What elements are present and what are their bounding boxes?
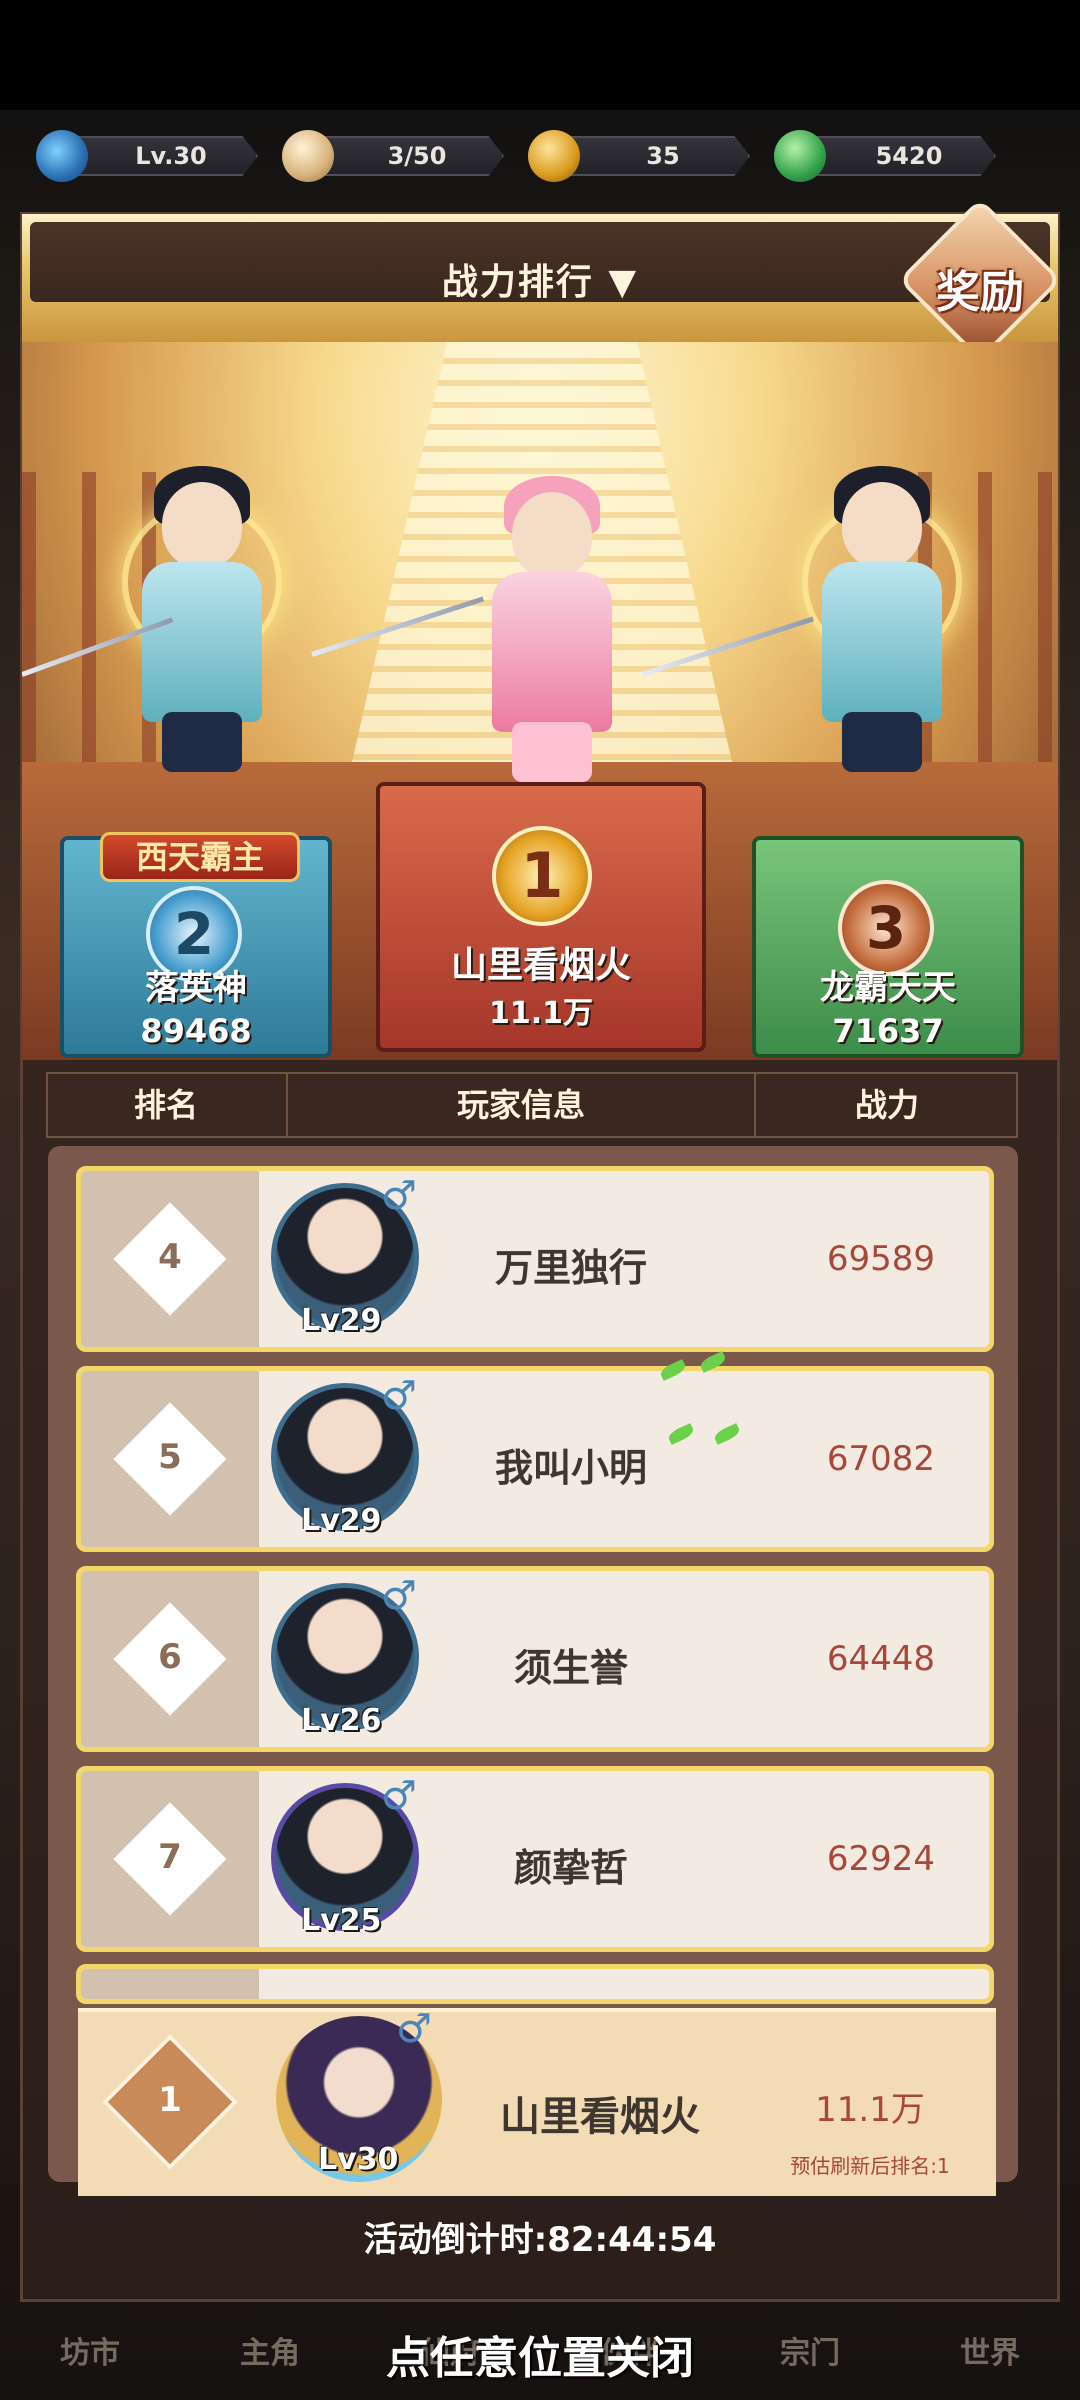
my-power: 11.1万 bbox=[815, 2090, 925, 2130]
column-rank: 排名 bbox=[133, 1086, 198, 1124]
swirl-icon bbox=[36, 130, 88, 182]
player-power: 62924 bbox=[826, 1839, 936, 1879]
status-bar-area bbox=[0, 0, 1080, 110]
bun-icon bbox=[282, 130, 334, 182]
third-place-character[interactable] bbox=[641, 442, 972, 802]
first-player-name: 山里看烟火 bbox=[450, 945, 631, 986]
title-badge: 西天霸主 bbox=[100, 832, 300, 882]
rank-number: 5 bbox=[158, 1437, 182, 1477]
event-countdown: 活动倒计时:82:44:54 bbox=[363, 2220, 717, 2260]
rank-number: 7 bbox=[158, 1837, 182, 1877]
table-row[interactable]: 6 ♂ Lv26 须生誉 64448 bbox=[76, 1566, 994, 1752]
player-power: 64448 bbox=[826, 1639, 936, 1679]
second-player-name: 落英神 bbox=[145, 968, 247, 1008]
table-row[interactable]: 7 ♂ Lv25 颜挚哲 62924 bbox=[76, 1766, 994, 1952]
column-player-info: 玩家信息 bbox=[456, 1086, 585, 1124]
male-icon: ♂ bbox=[381, 1773, 417, 1819]
rank-1-medal: 1 bbox=[492, 826, 592, 926]
first-player-power: 11.1万 bbox=[488, 996, 594, 1031]
coin-icon bbox=[528, 130, 580, 182]
leaf-icon bbox=[774, 130, 826, 182]
male-icon: ♂ bbox=[381, 1373, 417, 1419]
third-player-name: 龙霸天天 bbox=[820, 968, 956, 1008]
table-row[interactable] bbox=[76, 1964, 994, 2004]
my-rank-number: 1 bbox=[158, 2080, 182, 2120]
table-row[interactable]: 4 ♂ Lv29 万里独行 69589 bbox=[76, 1166, 994, 1352]
player-power: 67082 bbox=[826, 1439, 936, 1479]
estimated-rank-note: 预估刷新后排名:1 bbox=[790, 2154, 950, 2178]
player-name: 颜挚哲 bbox=[513, 1846, 628, 1890]
reward-button-label[interactable]: 奖励 bbox=[918, 256, 1042, 320]
player-level: Lv25 bbox=[301, 1903, 382, 1938]
my-level: Lv30 bbox=[318, 2142, 399, 2177]
table-row[interactable]: 5 ♂ Lv29 我叫小明 67082 bbox=[76, 1366, 994, 1552]
rank-number: 6 bbox=[158, 1637, 182, 1677]
male-icon: ♂ bbox=[381, 1573, 417, 1619]
player-name: 我叫小明 bbox=[494, 1446, 647, 1490]
player-level: Lv26 bbox=[301, 1703, 382, 1738]
rank-number: 4 bbox=[158, 1237, 182, 1277]
player-level: Lv29 bbox=[301, 1503, 382, 1538]
resource-jade[interactable]: 5420 bbox=[774, 130, 996, 182]
resource-bar: Lv.30 3/50 35 5420 bbox=[0, 126, 1080, 186]
player-name: 须生誉 bbox=[513, 1646, 628, 1690]
resource-stamina[interactable]: 3/50 bbox=[282, 130, 504, 182]
male-icon: ♂ bbox=[396, 2006, 432, 2052]
second-player-power: 89468 bbox=[140, 1012, 252, 1050]
resource-level: Lv.30 bbox=[36, 130, 258, 182]
second-place-character[interactable] bbox=[22, 442, 292, 802]
column-power: 战力 bbox=[854, 1086, 919, 1124]
resource-coin[interactable]: 35 bbox=[528, 130, 750, 182]
third-player-power: 71637 bbox=[832, 1012, 944, 1050]
player-name: 万里独行 bbox=[494, 1246, 647, 1290]
my-player-name: 山里看烟火 bbox=[500, 2094, 700, 2140]
male-icon: ♂ bbox=[381, 1173, 417, 1219]
tap-to-close-hint[interactable]: 点任意位置关闭 bbox=[0, 2322, 1080, 2386]
player-level: Lv29 bbox=[301, 1303, 382, 1338]
player-power: 69589 bbox=[826, 1239, 936, 1279]
